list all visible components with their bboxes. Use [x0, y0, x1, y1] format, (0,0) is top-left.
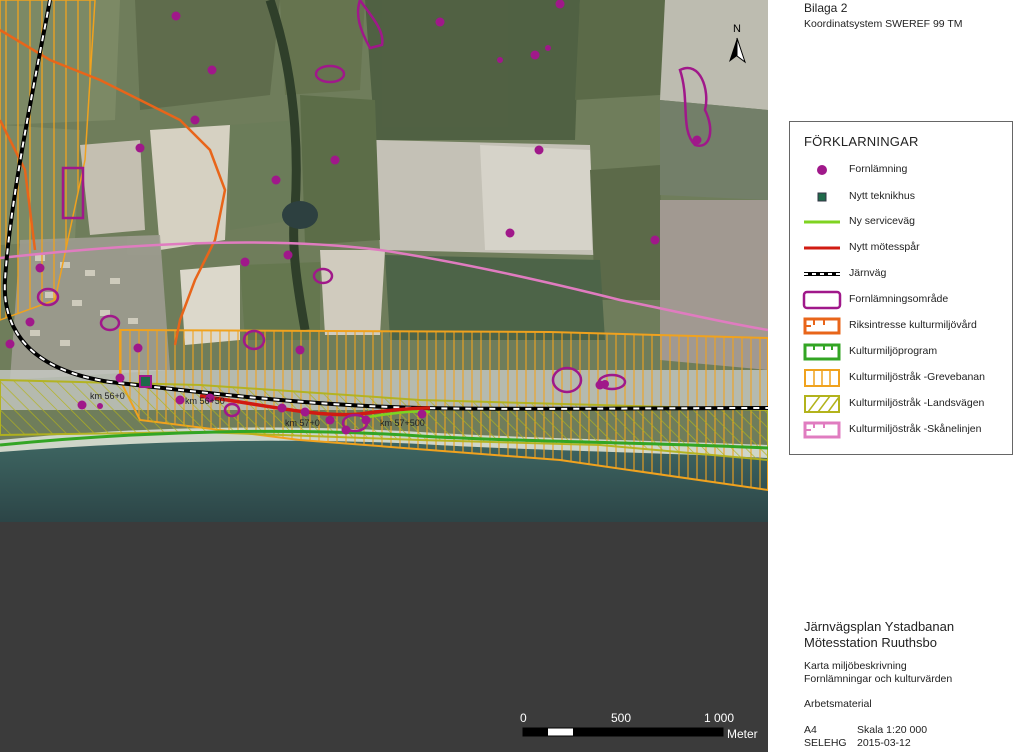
pond: [282, 201, 318, 229]
legend-label: Kulturmiljöstråk -Grevebanan: [849, 371, 985, 383]
appendix-label: Bilaga 2: [804, 1, 848, 15]
km-label-4: km 57+500: [380, 418, 425, 428]
legend-item-landsvagen: Kulturmiljöstråk -Landsvägen: [802, 393, 1007, 415]
legend-item-jarnvag: Järnväg: [802, 263, 1007, 285]
legend-item-teknikhus: Nytt teknikhus: [802, 186, 1007, 208]
scale-tick-1000: 1 000: [704, 711, 735, 725]
legend-label: Fornlämning: [849, 163, 908, 175]
north-label: N: [733, 23, 741, 35]
project-title-2: Mötesstation Ruuthsbo: [804, 635, 937, 650]
legend-item-kulturmiljoprogram: Kulturmiljöprogram: [802, 341, 1007, 363]
project-title-1: Järnvägsplan Ystadbanan: [804, 619, 955, 634]
author: SELEHG: [804, 737, 847, 749]
map-subtitle-2: Fornlämningar och kulturvärden: [804, 673, 953, 685]
legend-item-fornlamning: Fornlämning: [802, 159, 1007, 181]
scale-tick-0: 0: [520, 711, 527, 725]
legend-label: Fornlämningsområde: [849, 293, 949, 305]
legend-item-grevebanan: Kulturmiljöstråk -Grevebanan: [802, 367, 1007, 389]
orange-hatched-box-icon: [803, 317, 841, 335]
vertical-hatch-icon: [804, 369, 840, 387]
legend-title: FÖRKLARNINGAR: [804, 134, 919, 149]
green-hatched-box-icon: [803, 343, 841, 361]
km-label-2: km 56+50: [185, 396, 225, 406]
map-view[interactable]: km 56+0 km 56+50 km 57+0 km 57+500 N: [0, 0, 768, 752]
scale-bar: [522, 727, 724, 737]
status-label: Arbetsmaterial: [804, 698, 872, 710]
green-line-icon: [804, 220, 840, 224]
square-icon: [817, 192, 827, 202]
legend-item-servicevag: Ny serviceväg: [802, 211, 1007, 233]
pink-hatched-box-icon: [803, 421, 841, 439]
legend-label: Ny serviceväg: [849, 215, 915, 227]
red-line-icon: [804, 246, 840, 250]
km-label-1: km 56+0: [90, 391, 125, 401]
legend-label: Riksintresse kulturmiljövård: [849, 319, 977, 331]
legend-item-riksintresse: Riksintresse kulturmiljövård: [802, 315, 1007, 337]
map-canvas: km 56+0 km 56+50 km 57+0 km 57+500 N: [0, 0, 768, 752]
purple-outline-icon: [802, 290, 842, 310]
diagonal-hatch-icon: [804, 395, 840, 413]
map-scale: Skala 1:20 000: [857, 724, 928, 736]
paper-size: A4: [804, 724, 817, 736]
purple-dot-icon: [817, 165, 827, 175]
legend-label: Järnväg: [849, 267, 887, 279]
map-subtitle-1: Karta miljöbeskrivning: [804, 660, 907, 672]
coordinate-system: Koordinatsystem SWEREF 99 TM: [804, 18, 963, 30]
legend-item-skanelinjen: Kulturmiljöstråk -Skånelinjen: [802, 419, 1007, 441]
scale-tick-500: 500: [611, 711, 632, 725]
legend-label: Nytt mötesspår: [849, 241, 920, 253]
legend-label: Kulturmiljöprogram: [849, 345, 938, 357]
teknikhus-marker: [139, 375, 152, 388]
km-label-3: km 57+0: [285, 418, 320, 428]
scale-unit: Meter: [727, 727, 758, 741]
railway-icon: [804, 272, 840, 276]
legend-label: Kulturmiljöstråk -Skånelinjen: [849, 423, 982, 435]
date: 2015-03-12: [857, 737, 911, 749]
legend-item-motesspar: Nytt mötesspår: [802, 237, 1007, 259]
legend: FÖRKLARNINGAR Fornlämning Nytt teknikhus…: [789, 121, 1013, 455]
legend-label: Kulturmiljöstråk -Landsvägen: [849, 397, 985, 409]
legend-label: Nytt teknikhus: [849, 190, 915, 202]
legend-item-fornlamningsomrade: Fornlämningsområde: [802, 289, 1007, 311]
